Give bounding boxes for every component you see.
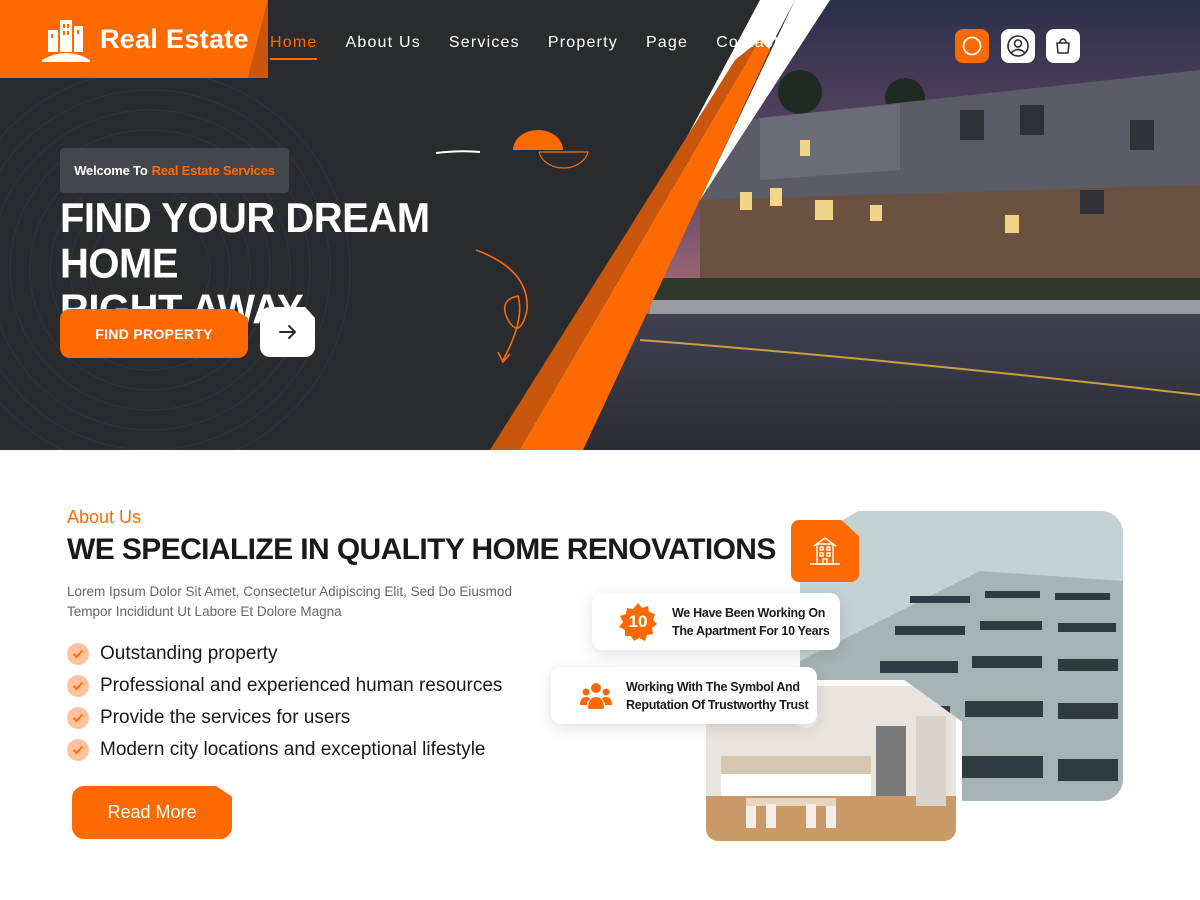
nav-about-us[interactable]: About Us bbox=[345, 34, 420, 60]
main-nav: Home About Us Services Property Page Con… bbox=[270, 34, 808, 60]
search-button[interactable] bbox=[955, 29, 989, 63]
feature-item: Outstanding property bbox=[67, 638, 502, 670]
brand-name[interactable]: Real Estate bbox=[100, 24, 249, 55]
trust-card: Working With The Symbol And Reputation O… bbox=[551, 667, 817, 724]
feature-item: Professional and experienced human resou… bbox=[67, 670, 502, 702]
arrow-right-icon bbox=[278, 325, 296, 339]
feature-text: Modern city locations and exceptional li… bbox=[100, 739, 486, 760]
check-icon bbox=[67, 707, 89, 729]
search-icon bbox=[962, 36, 982, 56]
user-account-button[interactable] bbox=[1001, 29, 1035, 63]
nav-page[interactable]: Page bbox=[646, 34, 688, 60]
nav-property[interactable]: Property bbox=[548, 34, 618, 60]
trust-text: Working With The Symbol And Reputation O… bbox=[626, 678, 809, 714]
about-title: WE SPECIALIZE IN QUALITY HOME RENOVATION… bbox=[67, 533, 776, 566]
user-icon bbox=[1007, 35, 1029, 57]
about-description-line1: Lorem Ipsum Dolor Sit Amet, Consectetur … bbox=[67, 584, 512, 599]
hero-title-line1: FIND YOUR DREAM HOME bbox=[60, 195, 430, 287]
check-icon bbox=[67, 643, 89, 665]
read-more-button[interactable]: Read More bbox=[72, 786, 232, 839]
nav-services[interactable]: Services bbox=[449, 34, 520, 60]
cart-icon bbox=[1056, 38, 1070, 54]
trust-line1: Working With The Symbol And bbox=[626, 679, 800, 694]
team-icon bbox=[580, 682, 612, 709]
years-badge-number: 10 bbox=[628, 611, 648, 631]
house-icon bbox=[810, 537, 840, 565]
experience-line1: We Have Been Working On bbox=[672, 605, 826, 620]
feature-item: Provide the services for users bbox=[67, 702, 502, 734]
experience-text: We Have Been Working On The Apartment Fo… bbox=[672, 604, 830, 640]
welcome-badge: Welcome To Real Estate Services bbox=[60, 148, 289, 193]
nav-contact[interactable]: Contact bbox=[716, 34, 780, 60]
check-icon bbox=[67, 739, 89, 761]
feature-text: Outstanding property bbox=[100, 643, 278, 664]
feature-text: Professional and experienced human resou… bbox=[100, 675, 503, 696]
building-logo-icon[interactable] bbox=[40, 16, 92, 62]
welcome-highlight: Real Estate Services bbox=[151, 163, 275, 178]
about-description: Lorem Ipsum Dolor Sit Amet, Consectetur … bbox=[67, 582, 567, 622]
experience-card: 10 We Have Been Working On The Apartment… bbox=[592, 593, 840, 650]
hero-section: Real Estate Home About Us Services Prope… bbox=[0, 0, 1200, 450]
hero-arrow-button[interactable] bbox=[260, 307, 315, 357]
experience-line2: The Apartment For 10 Years bbox=[672, 623, 830, 638]
find-property-button[interactable]: FIND PROPERTY bbox=[60, 309, 248, 358]
check-icon bbox=[67, 675, 89, 697]
cart-button[interactable] bbox=[1046, 29, 1080, 63]
about-label: About Us bbox=[67, 507, 142, 527]
feature-list: Outstanding property Professional and ex… bbox=[67, 638, 502, 766]
nav-home[interactable]: Home bbox=[270, 34, 318, 60]
house-badge bbox=[791, 520, 859, 582]
years-badge: 10 bbox=[618, 602, 658, 642]
trust-line2: Reputation Of Trustworthy Trust bbox=[626, 697, 809, 712]
feature-text: Provide the services for users bbox=[100, 707, 351, 728]
welcome-prefix: Welcome To bbox=[74, 163, 148, 178]
about-description-line2: Tempor Incididunt Ut Labore Et Dolore Ma… bbox=[67, 604, 342, 619]
feature-item: Modern city locations and exceptional li… bbox=[67, 734, 502, 766]
